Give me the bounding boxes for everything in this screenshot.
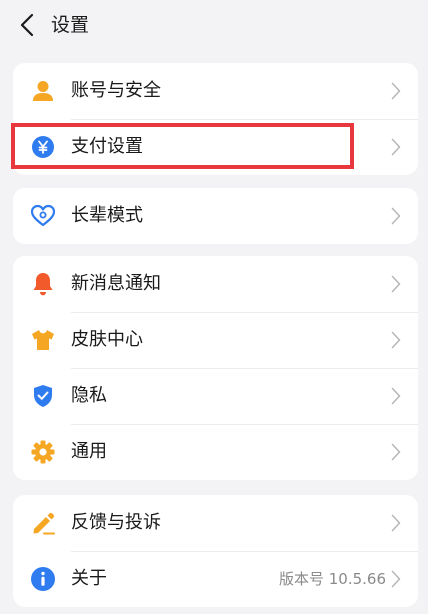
settings-item-label: 通用 — [71, 441, 107, 462]
settings-item-general[interactable]: 通用 — [13, 424, 418, 480]
settings-item-label: 皮肤中心 — [71, 329, 143, 350]
yuan-icon — [30, 134, 56, 160]
page-title: 设置 — [51, 14, 90, 36]
settings-item-feedback[interactable]: 反馈与投诉 — [13, 495, 418, 551]
chevron-right-icon — [390, 207, 402, 225]
chevron-right-icon — [390, 138, 402, 156]
settings-item-label: 关于 — [71, 568, 107, 589]
settings-item-privacy[interactable]: 隐私 — [13, 368, 418, 424]
chevron-right-icon — [390, 443, 402, 461]
settings-item-payment[interactable]: 支付设置 — [13, 119, 418, 175]
settings-item-label: 支付设置 — [71, 136, 143, 157]
info-icon — [30, 566, 56, 592]
settings-item-label: 账号与安全 — [71, 80, 161, 101]
settings-item-label: 长辈模式 — [71, 205, 143, 226]
settings-item-account-security[interactable]: 账号与安全 — [13, 63, 418, 119]
pencil-icon — [30, 510, 56, 536]
settings-item-label: 新消息通知 — [71, 273, 161, 294]
settings-item-elder-mode[interactable]: 长辈模式 — [13, 188, 418, 244]
person-icon — [30, 78, 56, 104]
settings-item-label: 反馈与投诉 — [71, 512, 161, 533]
chevron-right-icon — [390, 82, 402, 100]
bell-icon — [30, 271, 56, 297]
shield-check-icon — [30, 383, 56, 409]
chevron-right-icon — [390, 275, 402, 293]
tshirt-icon — [30, 327, 56, 353]
settings-item-skin-center[interactable]: 皮肤中心 — [13, 312, 418, 368]
header-bar: 设置 — [0, 0, 428, 50]
settings-item-notifications[interactable]: 新消息通知 — [13, 256, 418, 312]
settings-item-label: 隐私 — [71, 385, 107, 406]
chevron-left-icon — [20, 13, 34, 37]
chevron-right-icon — [390, 331, 402, 349]
settings-group-elder: 长辈模式 — [13, 188, 418, 244]
settings-group-account: 账号与安全 支付设置 — [13, 63, 418, 175]
settings-group-general: 新消息通知 皮肤中心 隐私 通用 — [13, 256, 418, 480]
settings-item-about[interactable]: 关于 版本号 10.5.66 — [13, 551, 418, 607]
chevron-right-icon — [390, 514, 402, 532]
gear-icon — [30, 439, 56, 465]
back-button[interactable] — [12, 8, 42, 42]
chevron-right-icon — [390, 387, 402, 405]
settings-group-about: 反馈与投诉 关于 版本号 10.5.66 — [13, 495, 418, 607]
chevron-right-icon — [390, 570, 402, 588]
heart-person-icon — [30, 203, 56, 229]
version-number: 版本号 10.5.66 — [278, 570, 386, 588]
